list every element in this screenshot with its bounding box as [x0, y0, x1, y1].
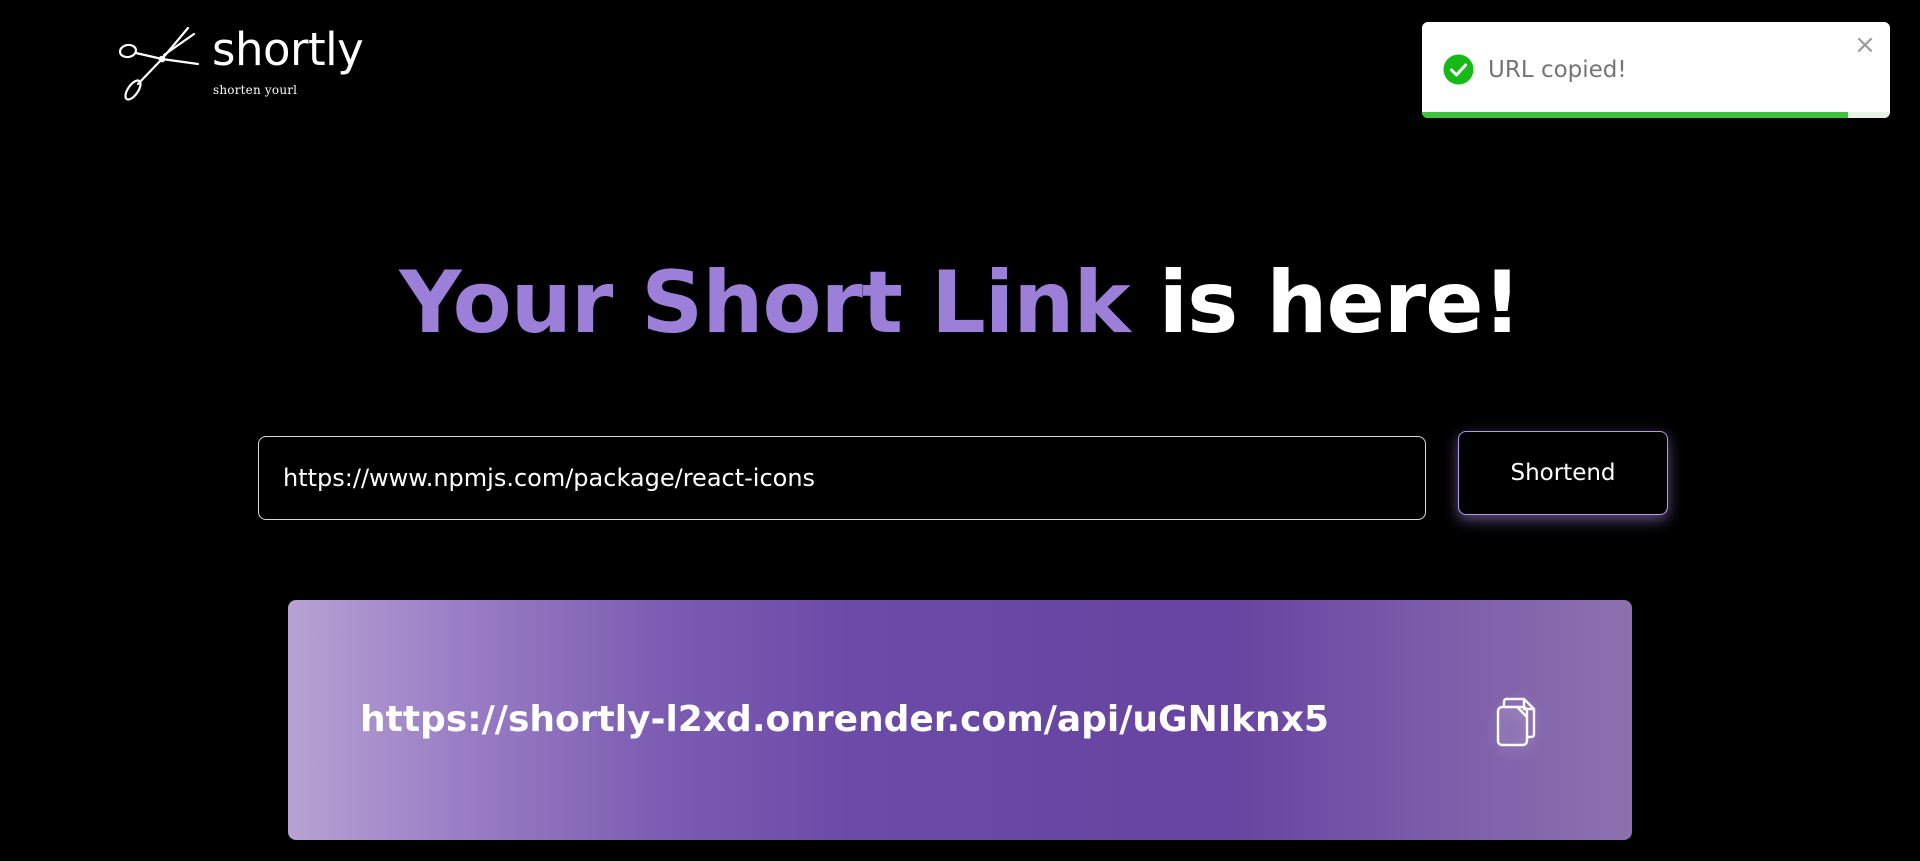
toast-progress-track: [1422, 112, 1890, 118]
check-circle-icon: [1443, 54, 1474, 85]
url-input[interactable]: [258, 436, 1426, 520]
brand-tagline: shorten yourl: [213, 83, 298, 97]
scissors-icon: [118, 26, 200, 101]
logo[interactable]: shortly shorten yourl: [118, 22, 364, 102]
shorten-button[interactable]: Shortend: [1458, 431, 1668, 515]
toast-progress-bar: [1422, 112, 1848, 118]
page-title: Your Short Link is here!: [0, 248, 1920, 358]
page-title-accent: Your Short Link: [399, 253, 1130, 353]
copy-icon[interactable]: [1492, 696, 1540, 748]
brand-name: shortly: [212, 23, 364, 76]
page: shortly shorten yourl URL copied! × Your…: [0, 0, 1920, 861]
short-url-text: https://shortly-l2xd.onrender.com/api/uG…: [360, 699, 1329, 740]
page-title-plain: is here!: [1129, 253, 1522, 353]
result-card: https://shortly-l2xd.onrender.com/api/uG…: [288, 600, 1632, 840]
toast-message: URL copied!: [1488, 57, 1627, 83]
toast-notification: URL copied! ×: [1422, 22, 1890, 118]
close-icon[interactable]: ×: [1854, 32, 1876, 58]
